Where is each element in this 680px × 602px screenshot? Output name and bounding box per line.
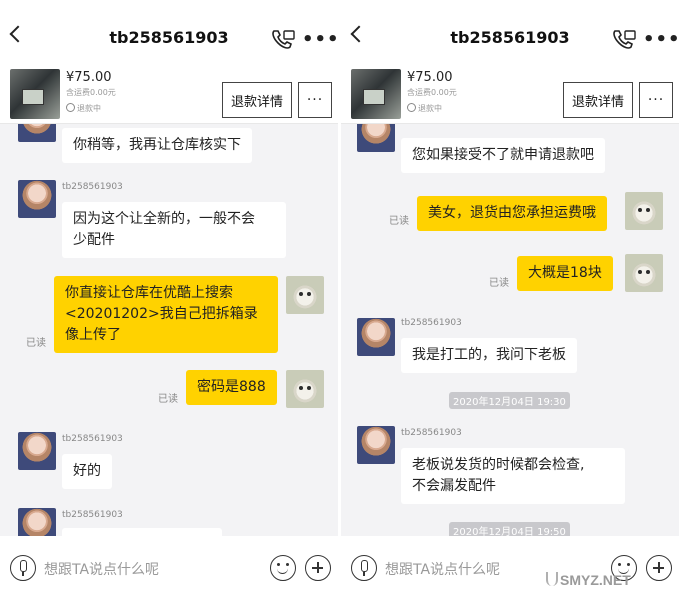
product-thumbnail[interactable] [10,69,60,119]
order-more-button[interactable]: ··· [639,82,673,118]
refund-status-label: 退款中 [77,104,101,113]
shipping-fee: 含运费0.00元 [66,88,116,97]
message-bubble: 密码是888 [186,370,277,405]
top-bar: tb258561903 ••• [0,0,338,66]
watermark-logo-icon [546,572,558,586]
avatar[interactable] [357,426,395,464]
read-receipt: 已读 [489,278,509,289]
message-bubble: 好的 [62,454,112,489]
message-line: <20201202>我自己把拆箱录 [65,306,258,322]
message-bubble: 我是打工的，我问下老板 [401,338,577,373]
order-price: ¥75.00 [407,70,453,85]
message-line: 像上传了 [65,327,121,343]
read-receipt: 已读 [158,394,178,405]
message-bubble: 美女，退货由您承担运费哦 [417,196,607,231]
sender-name: tb258561903 [62,182,123,192]
chat-panel-left: tb258561903 ••• ¥75.00 含运费0.00元 退款中 退款详情… [0,0,338,602]
refund-status: 退款中 [66,103,101,114]
sender-name: tb258561903 [62,510,123,520]
sender-name: tb258561903 [62,434,123,444]
top-bar: tb258561903 ••• [341,0,679,66]
order-summary: ¥75.00 含运费0.00元 退款中 退款详情 ··· [0,66,338,124]
message-bubble: 大概是18块 [517,256,613,291]
message-bubble: 你稍等，我再让仓库核实下 [62,128,252,163]
refund-status: 退款中 [407,103,442,114]
avatar[interactable] [286,276,324,314]
more-options-icon[interactable]: ••• [643,30,679,50]
order-more-button[interactable]: ··· [298,82,332,118]
avatar[interactable] [18,508,56,536]
message-bubble: 你直接让仓库在优酷上搜索 <20201202>我自己把拆箱录 像上传了 [54,276,278,353]
message-bubble: 您如果接受不了就申请退款吧 [401,138,605,173]
refund-details-button[interactable]: 退款详情 [563,82,633,118]
phone-call-icon[interactable] [270,28,296,52]
refund-status-label: 退款中 [418,104,442,113]
emoji-icon[interactable] [270,555,296,581]
read-receipt: 已读 [26,338,46,349]
input-bar: 想跟TA说点什么呢 [341,536,679,602]
shipping-fee: 含运费0.00元 [407,88,457,97]
message-input[interactable]: 想跟TA说点什么呢 [385,559,500,579]
chat-panel-right: tb258561903 ••• ¥75.00 含运费0.00元 退款中 退款详情… [341,0,679,602]
message-bubble: 因为这个让全新的，一般不会 少配件 [62,202,286,258]
order-summary: ¥75.00 含运费0.00元 退款中 退款详情 ··· [341,66,679,124]
avatar[interactable] [18,432,56,470]
input-bar: 想跟TA说点什么呢 [0,536,338,602]
avatar[interactable] [625,192,663,230]
avatar[interactable] [18,180,56,218]
message-line: 老板说发货的时候都会检查, [412,457,585,473]
message-list: 您如果接受不了就申请退款吧 美女，退货由您承担运费哦 已读 大概是18块 已读 … [341,124,679,536]
clock-icon [66,103,75,112]
microphone-icon[interactable] [10,555,36,581]
clock-icon [407,103,416,112]
message-input[interactable]: 想跟TA说点什么呢 [44,559,159,579]
avatar[interactable] [357,318,395,356]
read-receipt: 已读 [389,216,409,227]
message-line: 因为这个让全新的，一般不会 [73,211,255,227]
avatar[interactable] [357,124,395,152]
message-line: 不会漏发配件 [412,478,496,494]
message-bubble [62,528,222,536]
phone-call-icon[interactable] [611,28,637,52]
plus-icon[interactable] [305,555,331,581]
sender-name: tb258561903 [401,428,462,438]
message-bubble: 老板说发货的时候都会检查, 不会漏发配件 [401,448,625,504]
timestamp: 2020年12月04日 19:50 [449,522,570,536]
message-line: 少配件 [73,232,115,248]
avatar[interactable] [286,370,324,408]
plus-icon[interactable] [646,555,672,581]
order-price: ¥75.00 [66,70,112,85]
microphone-icon[interactable] [351,555,377,581]
avatar[interactable] [625,254,663,292]
watermark: SMYZ.NET [560,572,631,588]
more-options-icon[interactable]: ••• [302,30,338,50]
avatar[interactable] [18,124,56,142]
product-thumbnail[interactable] [351,69,401,119]
message-list: 你稍等，我再让仓库核实下 tb258561903 因为这个让全新的，一般不会 少… [0,124,338,536]
timestamp: 2020年12月04日 19:30 [449,392,570,409]
refund-details-button[interactable]: 退款详情 [222,82,292,118]
sender-name: tb258561903 [401,318,462,328]
message-line: 你直接让仓库在优酷上搜索 [65,285,233,301]
